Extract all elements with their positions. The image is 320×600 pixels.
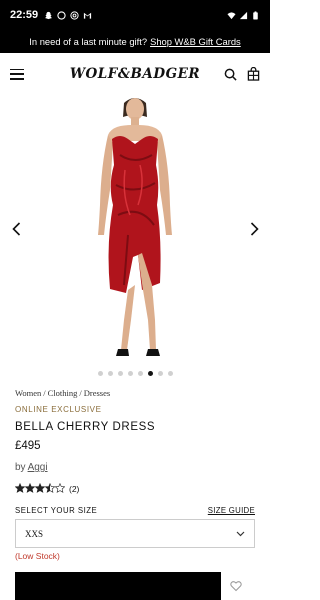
- chevron-left-icon: [11, 222, 20, 236]
- shopping-bag-icon[interactable]: [247, 67, 260, 81]
- moon-icon: [57, 10, 66, 20]
- at-icon: [70, 10, 79, 20]
- breadcrumb-women[interactable]: Women: [15, 388, 41, 398]
- gallery-dot[interactable]: [117, 371, 123, 376]
- gallery-dot[interactable]: [127, 371, 133, 376]
- search-icon[interactable]: [224, 68, 237, 81]
- battery-icon: [253, 10, 258, 20]
- online-exclusive-badge: ONLINE EXCLUSIVE: [15, 405, 102, 414]
- designer-link[interactable]: Aggi: [28, 462, 48, 473]
- signal-icon: [239, 11, 248, 19]
- gift-cards-link[interactable]: Shop W&B Gift Cards: [150, 36, 241, 47]
- gallery-dot[interactable]: [137, 371, 143, 376]
- gallery-dot[interactable]: [157, 371, 163, 376]
- gallery-dots: [0, 371, 270, 376]
- gallery-dot[interactable]: [147, 371, 153, 376]
- menu-icon[interactable]: [10, 68, 24, 80]
- review-count[interactable]: (2): [69, 484, 79, 494]
- previous-image-button[interactable]: [10, 220, 22, 238]
- breadcrumb-dresses[interactable]: Dresses: [84, 388, 110, 398]
- star-icon: [24, 482, 36, 493]
- site-logo[interactable]: WOLF&BADGER: [70, 66, 200, 82]
- designer-line: by Aggi: [15, 462, 48, 473]
- product-rating[interactable]: (2): [14, 480, 79, 498]
- gallery-dot[interactable]: [97, 371, 103, 376]
- status-bar: 22:59: [0, 0, 270, 30]
- next-image-button[interactable]: [248, 220, 260, 238]
- wifi-icon: [227, 11, 236, 19]
- by-label: by: [15, 462, 26, 473]
- chevron-down-icon: [236, 531, 245, 536]
- rating-stars: [14, 480, 66, 498]
- star-icon: [34, 482, 46, 493]
- chevron-right-icon: [250, 222, 259, 236]
- size-guide-link[interactable]: SIZE GUIDE: [208, 506, 255, 515]
- star-icon: [44, 482, 56, 493]
- stock-status: (Low Stock): [15, 551, 60, 561]
- promo-text: In need of a last minute gift?: [29, 36, 148, 47]
- size-select[interactable]: XXS: [15, 519, 255, 548]
- site-header: WOLF&BADGER: [0, 53, 270, 95]
- snapchat-icon: [45, 11, 53, 19]
- status-time: 22:59: [10, 9, 39, 21]
- size-label: SELECT YOUR SIZE: [15, 506, 98, 515]
- heart-icon[interactable]: [230, 580, 242, 592]
- product-title: BELLA CHERRY DRESS: [15, 421, 156, 433]
- product-price: £495: [15, 440, 41, 452]
- product-gallery[interactable]: [0, 95, 270, 365]
- breadcrumb: Women / Clothing / Dresses: [15, 388, 111, 398]
- add-to-bag-button[interactable]: [15, 572, 221, 600]
- star-icon: [54, 482, 66, 493]
- product-image[interactable]: [0, 95, 270, 365]
- star-icon: [14, 482, 26, 493]
- breadcrumb-clothing[interactable]: Clothing: [48, 388, 78, 398]
- gmail-icon: [84, 12, 92, 19]
- promo-banner: In need of a last minute gift? Shop W&B …: [0, 30, 270, 53]
- gallery-dot[interactable]: [107, 371, 113, 376]
- selected-size: XXS: [25, 528, 44, 539]
- gallery-dot[interactable]: [167, 371, 173, 376]
